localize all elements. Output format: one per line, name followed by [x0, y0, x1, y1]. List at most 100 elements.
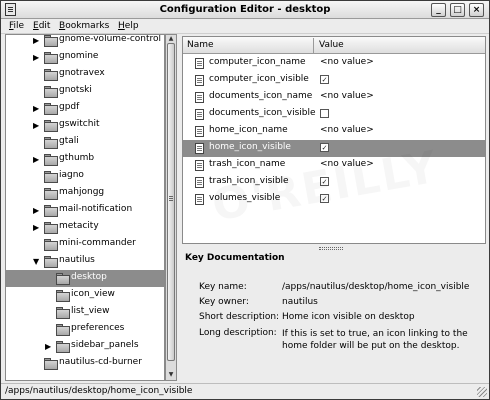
tree-item-desktop[interactable]: desktop [6, 270, 164, 287]
expander-collapsed-icon[interactable]: ▶ [33, 36, 41, 45]
column-header-name[interactable]: Name [187, 40, 214, 50]
tree-item-gtali[interactable]: gtali [6, 134, 164, 151]
key-value[interactable]: <no value> [320, 159, 374, 169]
tree-item-list-view[interactable]: list_view [6, 304, 164, 321]
key-document-icon [195, 160, 204, 171]
key-document-icon [195, 92, 204, 103]
tree-item-label: icon_view [71, 289, 115, 299]
tree-item-iagno[interactable]: iagno [6, 168, 164, 185]
scroll-up-arrow-icon[interactable]: ▲ [167, 35, 175, 43]
key-row-volumes-visible[interactable]: volumes_visible ✓ [183, 191, 485, 208]
expander-collapsed-icon[interactable]: ▶ [33, 53, 41, 62]
resize-grip-icon[interactable] [477, 387, 487, 397]
key-row-documents-icon-name[interactable]: documents_icon_name <no value> [183, 89, 485, 106]
expander-collapsed-icon[interactable]: ▶ [33, 223, 41, 232]
folder-icon [44, 222, 58, 234]
key-row-home-icon-name[interactable]: home_icon_name <no value> [183, 123, 485, 140]
folder-icon [44, 239, 58, 251]
key-value[interactable]: <no value> [320, 125, 374, 135]
folder-icon [56, 273, 70, 285]
tree-item-gnotravex[interactable]: gnotravex [6, 66, 164, 83]
key-row-trash-icon-name[interactable]: trash_icon_name <no value> [183, 157, 485, 174]
tree-item-icon-view[interactable]: icon_view [6, 287, 164, 304]
tree-item-gthumb[interactable]: ▶ gthumb [6, 151, 164, 168]
menu-bar: File Edit Bookmarks Help [1, 19, 489, 34]
folder-icon [44, 358, 58, 370]
tree-item-metacity[interactable]: ▶ metacity [6, 219, 164, 236]
menu-bookmarks[interactable]: Bookmarks [59, 21, 109, 31]
short-description-value: Home icon visible on desktop [282, 312, 415, 322]
key-row-home-icon-visible[interactable]: home_icon_visible ✓ [183, 140, 485, 157]
folder-icon [44, 86, 58, 98]
tree-item-preferences[interactable]: preferences [6, 321, 164, 338]
tree-item-label: gpdf [59, 102, 80, 112]
key-row-trash-icon-visible[interactable]: trash_icon_visible ✓ [183, 174, 485, 191]
pane-splitter-handle[interactable] [319, 247, 343, 250]
folder-icon [56, 324, 70, 336]
key-value[interactable]: <no value> [320, 57, 374, 67]
maximize-button[interactable]: □ [450, 3, 465, 17]
key-row-computer-icon-name[interactable]: computer_icon_name <no value> [183, 55, 485, 72]
value-checkbox[interactable]: ✓ [320, 194, 329, 203]
scrollbar-thumb[interactable] [167, 43, 175, 361]
tree-item-label: mahjongg [59, 187, 105, 197]
tree-item-sidebar-panels[interactable]: ▶ sidebar_panels [6, 338, 164, 355]
key-name-value: /apps/nautilus/desktop/home_icon_visible [282, 282, 470, 292]
key-row-computer-icon-visible[interactable]: computer_icon_visible ✓ [183, 72, 485, 89]
tree-item-gswitchit[interactable]: ▶ gswitchit [6, 117, 164, 134]
key-value[interactable]: <no value> [320, 91, 374, 101]
tree-item-gnotski[interactable]: gnotski [6, 83, 164, 100]
folder-icon [44, 137, 58, 149]
expander-collapsed-icon[interactable]: ▶ [33, 206, 41, 215]
tree-item-label: list_view [71, 306, 110, 316]
scroll-down-arrow-icon[interactable]: ▼ [167, 371, 175, 379]
key-name: trash_icon_name [209, 159, 286, 169]
value-checkbox[interactable]: ✓ [320, 177, 329, 186]
tree-item-gnomine[interactable]: ▶ gnomine [6, 49, 164, 66]
value-checkbox[interactable]: ✓ [320, 143, 329, 152]
folder-icon [44, 35, 58, 47]
expander-collapsed-icon[interactable]: ▶ [33, 155, 41, 164]
directory-tree[interactable]: ▶ gnome-volume-control ▶ gnomine gnotrav… [5, 34, 165, 381]
folder-icon [56, 341, 70, 353]
expander-collapsed-icon[interactable]: ▶ [33, 121, 41, 130]
minimize-button[interactable]: _ [431, 3, 446, 17]
expander-expanded-icon[interactable]: ▼ [33, 257, 41, 266]
column-divider[interactable] [313, 38, 314, 53]
tree-scrollbar[interactable]: ▲ ▼ [165, 34, 177, 381]
folder-icon [44, 171, 58, 183]
tree-item-nautilus[interactable]: ▼ nautilus [6, 253, 164, 270]
long-description-value: If this is set to true, an icon linking … [282, 329, 468, 351]
key-document-icon [195, 75, 204, 86]
expander-collapsed-icon[interactable]: ▶ [33, 104, 41, 113]
keys-table[interactable]: Name Value computer_icon_name <no value>… [182, 36, 486, 244]
key-document-icon [195, 177, 204, 188]
tree-item-label: gnomine [59, 51, 99, 61]
expander-collapsed-icon[interactable]: ▶ [45, 342, 53, 351]
menu-help-mnemonic: H [118, 21, 125, 31]
column-header-value[interactable]: Value [319, 40, 344, 50]
menu-bookmarks-label: ookmarks [65, 21, 110, 31]
tree-item-mini-commander[interactable]: mini-commander [6, 236, 164, 253]
folder-icon [44, 205, 58, 217]
key-name-label: Key name: [199, 282, 247, 292]
menu-file[interactable]: File [9, 21, 24, 31]
tree-item-nautilus-cd-burner[interactable]: nautilus-cd-burner [6, 355, 164, 372]
tree-item-mahjongg[interactable]: mahjongg [6, 185, 164, 202]
tree-item-gpdf[interactable]: ▶ gpdf [6, 100, 164, 117]
tree-item-label: gswitchit [59, 119, 100, 129]
title-bar[interactable]: Configuration Editor - desktop _ □ × [1, 1, 489, 19]
value-checkbox[interactable]: ✓ [320, 75, 329, 84]
menu-help[interactable]: Help [118, 21, 139, 31]
key-name: computer_icon_name [209, 57, 306, 67]
tree-item-mail-notification[interactable]: ▶ mail-notification [6, 202, 164, 219]
tree-item-label: gnome-volume-control [59, 34, 162, 44]
value-checkbox[interactable] [320, 109, 329, 118]
window-title: Configuration Editor - desktop [159, 4, 331, 15]
menu-help-label: elp [124, 21, 139, 31]
tree-item-gnome-volume-control[interactable]: ▶ gnome-volume-control [6, 34, 164, 49]
configuration-editor-window: Configuration Editor - desktop _ □ × Fil… [0, 0, 490, 400]
menu-edit[interactable]: Edit [33, 21, 50, 31]
key-row-documents-icon-visible[interactable]: documents_icon_visible [183, 106, 485, 123]
close-button[interactable]: × [469, 3, 484, 17]
